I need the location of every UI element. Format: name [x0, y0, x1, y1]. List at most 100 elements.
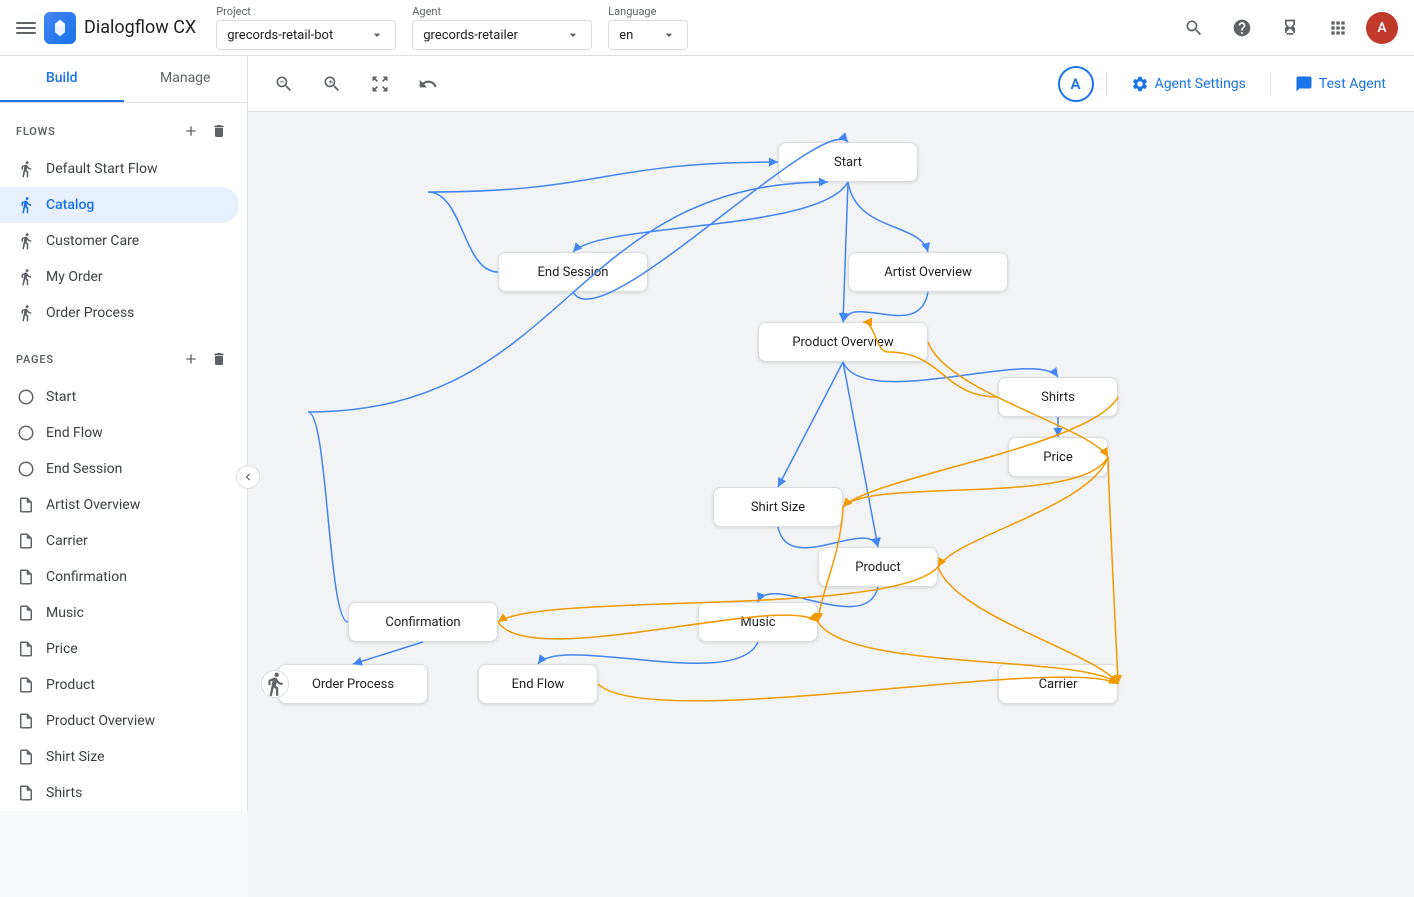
page-label: Music — [46, 605, 84, 621]
agent-settings-label: Agent Settings — [1155, 76, 1246, 92]
add-page-button[interactable] — [179, 347, 203, 371]
app-title: Dialogflow CX — [84, 17, 196, 38]
add-flow-button[interactable] — [179, 119, 203, 143]
project-dropdown[interactable]: grecords-retail-bot — [216, 20, 396, 50]
agent-dropdown[interactable]: grecords-retailer — [412, 20, 592, 50]
flow-node-start[interactable]: Start — [778, 142, 918, 182]
flow-icon — [16, 195, 36, 215]
pages-section-label: PAGES — [16, 353, 54, 366]
flow-node-shirts[interactable]: Shirts — [998, 377, 1118, 417]
flow-node-artist-overview[interactable]: Artist Overview — [848, 252, 1008, 292]
help-button[interactable] — [1222, 8, 1262, 48]
page-icon — [16, 567, 36, 587]
flow-node-price[interactable]: Price — [1008, 437, 1108, 477]
sidebar-item-page[interactable]: Artist Overview — [0, 487, 239, 523]
tab-manage[interactable]: Manage — [124, 56, 248, 102]
sidebar-item-page[interactable]: End Flow — [0, 415, 239, 451]
sidebar-item-page[interactable]: Start — [0, 379, 239, 415]
sidebar-item-page[interactable]: Music — [0, 595, 239, 631]
page-icon — [16, 531, 36, 551]
flow-label: Catalog — [46, 197, 94, 213]
page-label: Shirts — [46, 785, 82, 801]
sidebar: Build Manage FLOWS Default Star — [0, 56, 248, 811]
node-label: End Flow — [512, 677, 565, 692]
flow-icon — [16, 303, 36, 323]
sidebar-item-flow[interactable]: Customer Care — [0, 223, 239, 259]
sidebar-item-page[interactable]: Shirts — [0, 775, 239, 811]
pages-actions — [179, 347, 231, 371]
hourglass-button[interactable] — [1270, 8, 1310, 48]
flows-list: Default Start Flow Catalog Customer Care… — [0, 151, 247, 331]
flow-icon — [16, 267, 36, 287]
language-value: en — [619, 28, 657, 43]
agent-settings-button[interactable]: Agent Settings — [1119, 67, 1258, 101]
flow-label: My Order — [46, 269, 103, 285]
sidebar-item-page[interactable]: Carrier — [0, 523, 239, 559]
page-label: Carrier — [46, 533, 88, 549]
tab-build[interactable]: Build — [0, 56, 124, 102]
sidebar-item-page[interactable]: Product Overview — [0, 703, 239, 739]
flow-node-confirmation[interactable]: Confirmation — [348, 602, 498, 642]
canvas-toolbar-right: A Agent Settings Test Agent — [1058, 66, 1398, 102]
flow-node-shirt-size[interactable]: Shirt Size — [713, 487, 843, 527]
page-label: Shirt Size — [46, 749, 105, 765]
test-agent-label: Test Agent — [1319, 76, 1386, 92]
page-icon — [16, 711, 36, 731]
pages-section-header: PAGES — [0, 331, 247, 379]
page-label: Product Overview — [46, 713, 155, 729]
page-label: Artist Overview — [46, 497, 140, 513]
agent-select-group: Agent grecords-retailer — [412, 5, 592, 50]
delete-page-button[interactable] — [207, 347, 231, 371]
page-icon — [16, 747, 36, 767]
fit-screen-button[interactable] — [360, 64, 400, 104]
sidebar-item-page[interactable]: End Session — [0, 451, 239, 487]
page-label: Product — [46, 677, 95, 693]
sidebar-item-flow[interactable]: Default Start Flow — [0, 151, 239, 187]
page-label: Confirmation — [46, 569, 127, 585]
node-label: Shirt Size — [751, 500, 805, 515]
canvas-area: A Agent Settings Test Agent Start End Ses… — [248, 56, 1414, 897]
flow-node-end-flow[interactable]: End Flow — [478, 664, 598, 704]
sidebar-item-page[interactable]: Price — [0, 631, 239, 667]
zoom-out-button[interactable] — [264, 64, 304, 104]
zoom-in-button[interactable] — [312, 64, 352, 104]
node-label: Start — [834, 155, 862, 170]
menu-icon[interactable] — [16, 18, 36, 38]
page-icon — [16, 783, 36, 803]
test-agent-button[interactable]: Test Agent — [1283, 67, 1398, 101]
delete-flow-button[interactable] — [207, 119, 231, 143]
flow-node-carrier[interactable]: Carrier — [998, 664, 1118, 704]
flow-canvas[interactable]: Start End Session Artist Overview Product O… — [248, 112, 1414, 897]
flow-node-order-process[interactable]: Order Process — [278, 664, 428, 704]
sidebar-item-flow[interactable]: Order Process — [0, 295, 239, 331]
page-icon — [16, 423, 36, 443]
toolbar-divider2 — [1270, 72, 1271, 96]
page-icon — [16, 387, 36, 407]
user-avatar[interactable]: A — [1366, 12, 1398, 44]
search-button[interactable] — [1174, 8, 1214, 48]
agent-label: Agent — [412, 5, 592, 18]
page-icon — [16, 459, 36, 479]
language-select-group: Language en — [608, 5, 688, 50]
topbar-left: Dialogflow CX — [16, 12, 196, 44]
language-label: Language — [608, 5, 688, 18]
flow-node-product-overview[interactable]: Product Overview — [758, 322, 928, 362]
flow-label: Customer Care — [46, 233, 139, 249]
sidebar-item-flow[interactable]: Catalog — [0, 187, 239, 223]
sidebar-item-page[interactable]: Confirmation — [0, 559, 239, 595]
project-value: grecords-retail-bot — [227, 28, 365, 43]
apps-button[interactable] — [1318, 8, 1358, 48]
topbar-selects: Project grecords-retail-bot Agent grecor… — [216, 5, 688, 50]
collapse-sidebar-button[interactable] — [236, 465, 260, 489]
sidebar-wrapper: Build Manage FLOWS Default Star — [0, 56, 248, 897]
sidebar-item-page[interactable]: Product — [0, 667, 239, 703]
pages-list: Start End Flow End Session Artist Overvi… — [0, 379, 247, 811]
sidebar-item-flow[interactable]: My Order — [0, 259, 239, 295]
flow-node-music[interactable]: Music — [698, 602, 818, 642]
flow-node-product[interactable]: Product — [818, 547, 938, 587]
project-select-group: Project grecords-retail-bot — [216, 5, 396, 50]
flow-node-end-session[interactable]: End Session — [498, 252, 648, 292]
language-dropdown[interactable]: en — [608, 20, 688, 50]
sidebar-item-page[interactable]: Shirt Size — [0, 739, 239, 775]
undo-button[interactable] — [408, 64, 448, 104]
